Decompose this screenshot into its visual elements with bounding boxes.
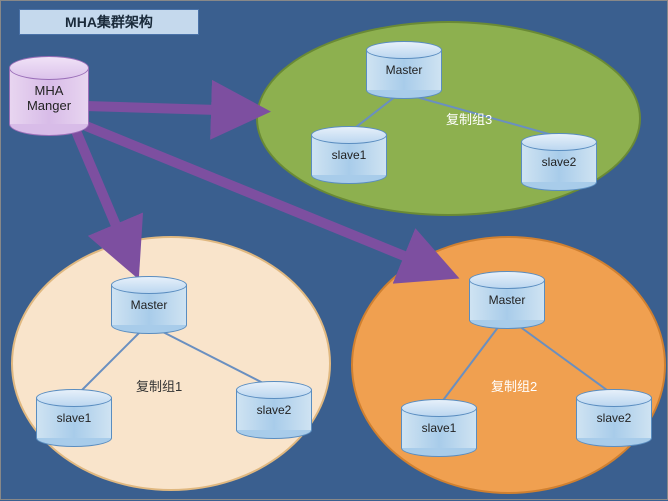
mha-manager-label: MHAManger bbox=[9, 84, 89, 114]
group1-slave1-label: slave1 bbox=[36, 411, 112, 425]
group2-slave2-node: slave2 bbox=[576, 389, 652, 447]
group3-slave1-node: slave1 bbox=[311, 126, 387, 184]
group1-slave2-node: slave2 bbox=[236, 381, 312, 439]
group3-label: 复制组3 bbox=[446, 109, 492, 128]
group1-master-node: Master bbox=[111, 276, 187, 334]
replication-group-1 bbox=[11, 236, 331, 491]
group1-master-label: Master bbox=[111, 298, 187, 312]
group2-label: 复制组2 bbox=[491, 376, 537, 395]
group3-slave2-label: slave2 bbox=[521, 155, 597, 169]
group3-slave2-node: slave2 bbox=[521, 133, 597, 191]
mha-manager-node: MHAManger bbox=[9, 56, 89, 136]
group3-slave1-label: slave1 bbox=[311, 148, 387, 162]
title-text: MHA集群架构 bbox=[65, 12, 153, 32]
group2-master-node: Master bbox=[469, 271, 545, 329]
group2-master-label: Master bbox=[469, 293, 545, 307]
diagram-title: MHA集群架构 bbox=[19, 9, 199, 35]
group2-slave2-label: slave2 bbox=[576, 411, 652, 425]
group3-master-label: Master bbox=[366, 63, 442, 77]
group1-slave1-node: slave1 bbox=[36, 389, 112, 447]
group3-master-node: Master bbox=[366, 41, 442, 99]
group2-slave1-node: slave1 bbox=[401, 399, 477, 457]
group1-slave2-label: slave2 bbox=[236, 403, 312, 417]
group2-slave1-label: slave1 bbox=[401, 421, 477, 435]
group1-label: 复制组1 bbox=[136, 376, 182, 395]
